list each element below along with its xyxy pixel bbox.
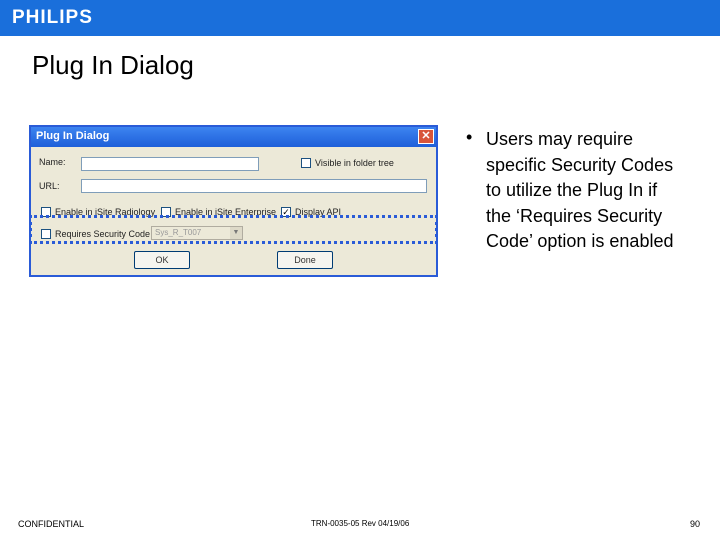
- dialog-titlebar[interactable]: Plug In Dialog ✕: [31, 127, 436, 147]
- brand-logo: PHILIPS: [12, 7, 93, 28]
- name-label: Name:: [39, 157, 66, 167]
- close-icon[interactable]: ✕: [418, 129, 434, 144]
- url-field[interactable]: [81, 179, 427, 193]
- visible-in-folder-tree-checkbox[interactable]: [301, 158, 311, 168]
- name-field[interactable]: [81, 157, 259, 171]
- plug-in-dialog: Plug In Dialog ✕ Name: Visible in folder…: [29, 125, 438, 277]
- ok-button[interactable]: OK: [134, 251, 190, 269]
- url-label: URL:: [39, 181, 60, 191]
- bullet-text: Users may require specific Security Code…: [486, 129, 674, 251]
- dialog-title: Plug In Dialog: [36, 130, 110, 142]
- security-code-highlight: [29, 215, 438, 244]
- bullet-icon: •: [466, 127, 473, 147]
- page-number: 90: [690, 519, 701, 529]
- slide-title: Plug In Dialog: [32, 50, 194, 80]
- visible-in-folder-tree-label: Visible in folder tree: [315, 158, 394, 168]
- header-bar: PHILIPS: [0, 0, 720, 36]
- footer-confidential: CONFIDENTIAL: [18, 519, 85, 529]
- footer-doc-id: TRN-0035-05 Rev 04/19/06: [311, 519, 410, 528]
- done-button[interactable]: Done: [277, 251, 333, 269]
